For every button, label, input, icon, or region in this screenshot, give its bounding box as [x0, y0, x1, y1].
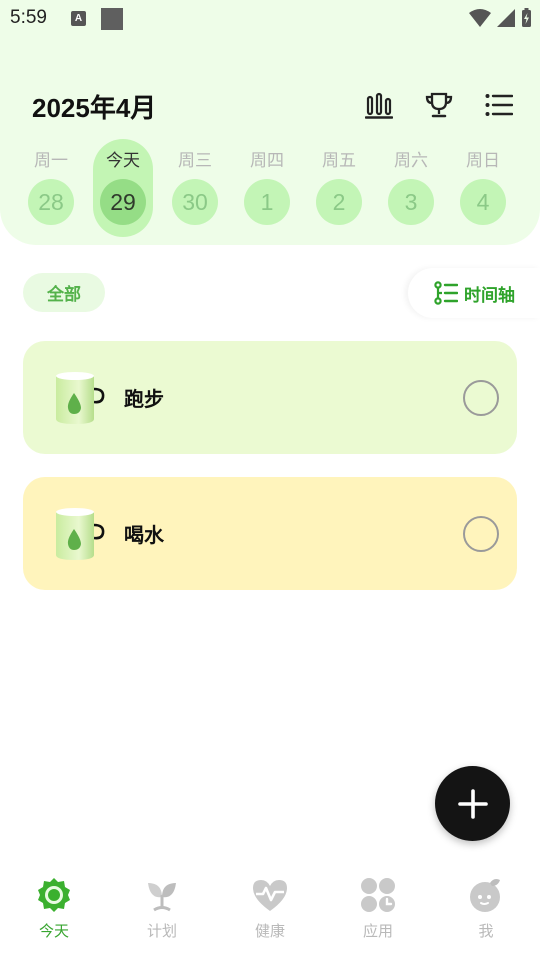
task-card[interactable]: 喝水 — [23, 477, 517, 590]
day-number: 28 — [28, 179, 74, 225]
week-strip: 周一 28 今天 29 周三 30 周四 1 周五 2 周六 3 周日 4 — [15, 139, 525, 240]
profile-icon — [467, 876, 505, 914]
day-wed[interactable]: 周三 30 — [159, 140, 231, 240]
status-time: 5:59 — [10, 7, 47, 28]
day-fri[interactable]: 周五 2 — [303, 140, 375, 240]
notification-square-icon — [101, 8, 123, 30]
sprout-icon — [143, 876, 181, 914]
wifi-icon — [469, 9, 491, 27]
nav-plan[interactable]: 计划 — [108, 860, 216, 960]
day-label: 周五 — [322, 151, 356, 171]
nav-label: 应用 — [362, 922, 393, 940]
day-number: 30 — [172, 179, 218, 225]
task-name: 喝水 — [124, 523, 164, 547]
nav-health[interactable]: 健康 — [216, 860, 324, 960]
timeline-button[interactable]: 时间轴 — [408, 268, 540, 318]
trophy-icon — [425, 92, 453, 118]
day-label: 周日 — [466, 151, 500, 171]
list-button[interactable] — [484, 90, 514, 120]
day-number: 29 — [100, 179, 146, 225]
day-number: 1 — [244, 179, 290, 225]
nav-apps[interactable]: 应用 — [324, 860, 432, 960]
app-screen: 5:59 A 2025年4月 周一 28 今天 29 周三 30 周四 1 周五… — [0, 0, 540, 960]
nav-label: 今天 — [38, 922, 69, 940]
day-label: 今天 — [106, 151, 140, 171]
day-number: 2 — [316, 179, 362, 225]
day-label: 周四 — [250, 151, 284, 171]
header-panel: 5:59 A 2025年4月 周一 28 今天 29 周三 30 周四 1 周五… — [0, 0, 540, 245]
water-cup-icon — [56, 508, 105, 560]
notification-a-icon: A — [71, 11, 86, 26]
nav-me[interactable]: 我 — [432, 860, 540, 960]
bottom-nav: 今天 计划 健康 应用 我 — [0, 860, 540, 960]
sun-icon — [35, 876, 73, 914]
day-sat[interactable]: 周六 3 — [375, 140, 447, 240]
task-name: 跑步 — [124, 387, 164, 411]
plus-icon — [457, 788, 488, 819]
list-icon — [485, 94, 513, 116]
month-title[interactable]: 2025年4月 — [32, 88, 156, 125]
day-today[interactable]: 今天 29 — [87, 139, 159, 240]
nav-label: 健康 — [254, 922, 285, 940]
timeline-label: 时间轴 — [464, 285, 515, 306]
task-card[interactable]: 跑步 — [23, 341, 517, 454]
nav-label: 计划 — [146, 922, 177, 940]
task-checkbox[interactable] — [463, 516, 499, 552]
day-number: 3 — [388, 179, 434, 225]
day-label: 周六 — [394, 151, 428, 171]
status-icons — [469, 8, 532, 28]
trophy-button[interactable] — [424, 90, 454, 120]
day-mon[interactable]: 周一 28 — [15, 140, 87, 240]
task-checkbox[interactable] — [463, 380, 499, 416]
heart-pulse-icon — [251, 876, 289, 914]
filter-all-chip[interactable]: 全部 — [23, 273, 105, 312]
day-label: 周一 — [34, 151, 68, 171]
battery-icon — [522, 8, 531, 27]
day-number: 4 — [460, 179, 506, 225]
timeline-icon — [434, 281, 458, 305]
stats-button[interactable] — [364, 90, 394, 120]
stats-icon — [365, 92, 393, 119]
apps-icon — [359, 876, 397, 914]
day-thu[interactable]: 周四 1 — [231, 140, 303, 240]
water-cup-icon — [56, 372, 105, 424]
signal-icon — [497, 9, 515, 27]
header-actions — [364, 90, 514, 120]
nav-today[interactable]: 今天 — [0, 860, 108, 960]
nav-label: 我 — [478, 922, 494, 940]
day-sun[interactable]: 周日 4 — [447, 140, 519, 240]
day-label: 周三 — [178, 151, 212, 171]
add-task-button[interactable] — [435, 766, 510, 841]
status-bar: 5:59 A — [0, 0, 540, 40]
